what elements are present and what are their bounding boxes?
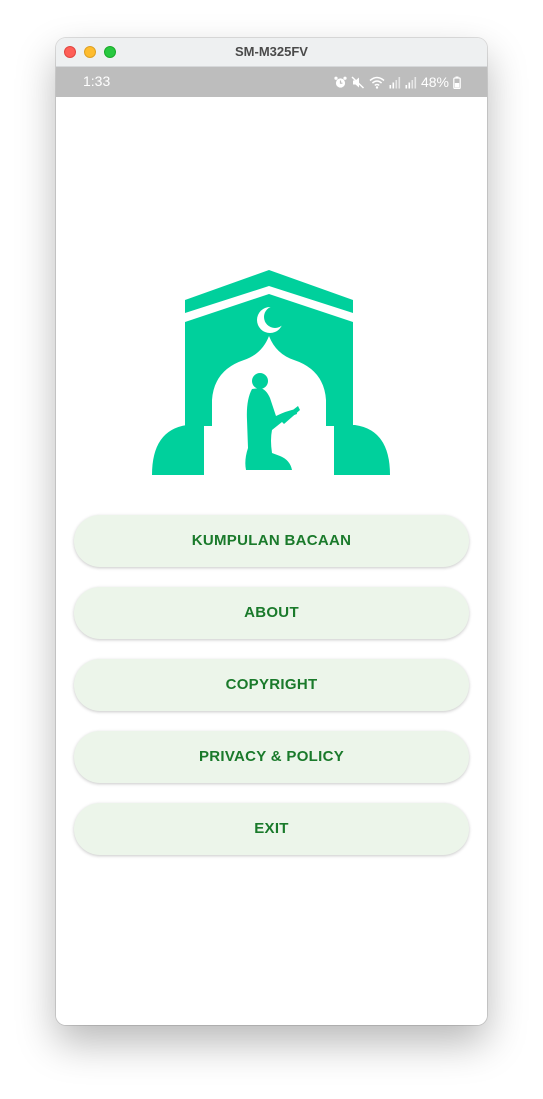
alarm-icon — [334, 76, 347, 89]
status-icons: 48% — [334, 74, 461, 90]
menu-button-copyright[interactable]: COPYRIGHT — [74, 659, 469, 711]
signal-icon — [389, 76, 401, 89]
menu-button-about[interactable]: ABOUT — [74, 587, 469, 639]
app-screen: KUMPULAN BACAAN ABOUT COPYRIGHT PRIVACY … — [56, 97, 487, 1025]
window-titlebar: SM-M325FV — [56, 38, 487, 67]
wifi-icon — [369, 76, 385, 89]
status-bar: 1:33 48% — [56, 67, 487, 97]
mosque-prayer-logo — [152, 270, 390, 476]
battery-percentage: 48% — [420, 74, 449, 90]
window-title: SM-M325FV — [235, 44, 308, 59]
menu-button-privacy-policy[interactable]: PRIVACY & POLICY — [74, 731, 469, 783]
menu-button-kumpulan-bacaan[interactable]: KUMPULAN BACAAN — [74, 515, 469, 567]
mute-icon — [351, 75, 365, 89]
menu-button-exit[interactable]: EXIT — [74, 803, 469, 855]
status-time: 1:33 — [83, 73, 111, 89]
signal-icon-2 — [405, 76, 417, 89]
battery-icon — [453, 76, 461, 89]
device-window: SM-M325FV 1:33 48% KUMPULAN BACAAN ABOUT… — [56, 38, 487, 1025]
